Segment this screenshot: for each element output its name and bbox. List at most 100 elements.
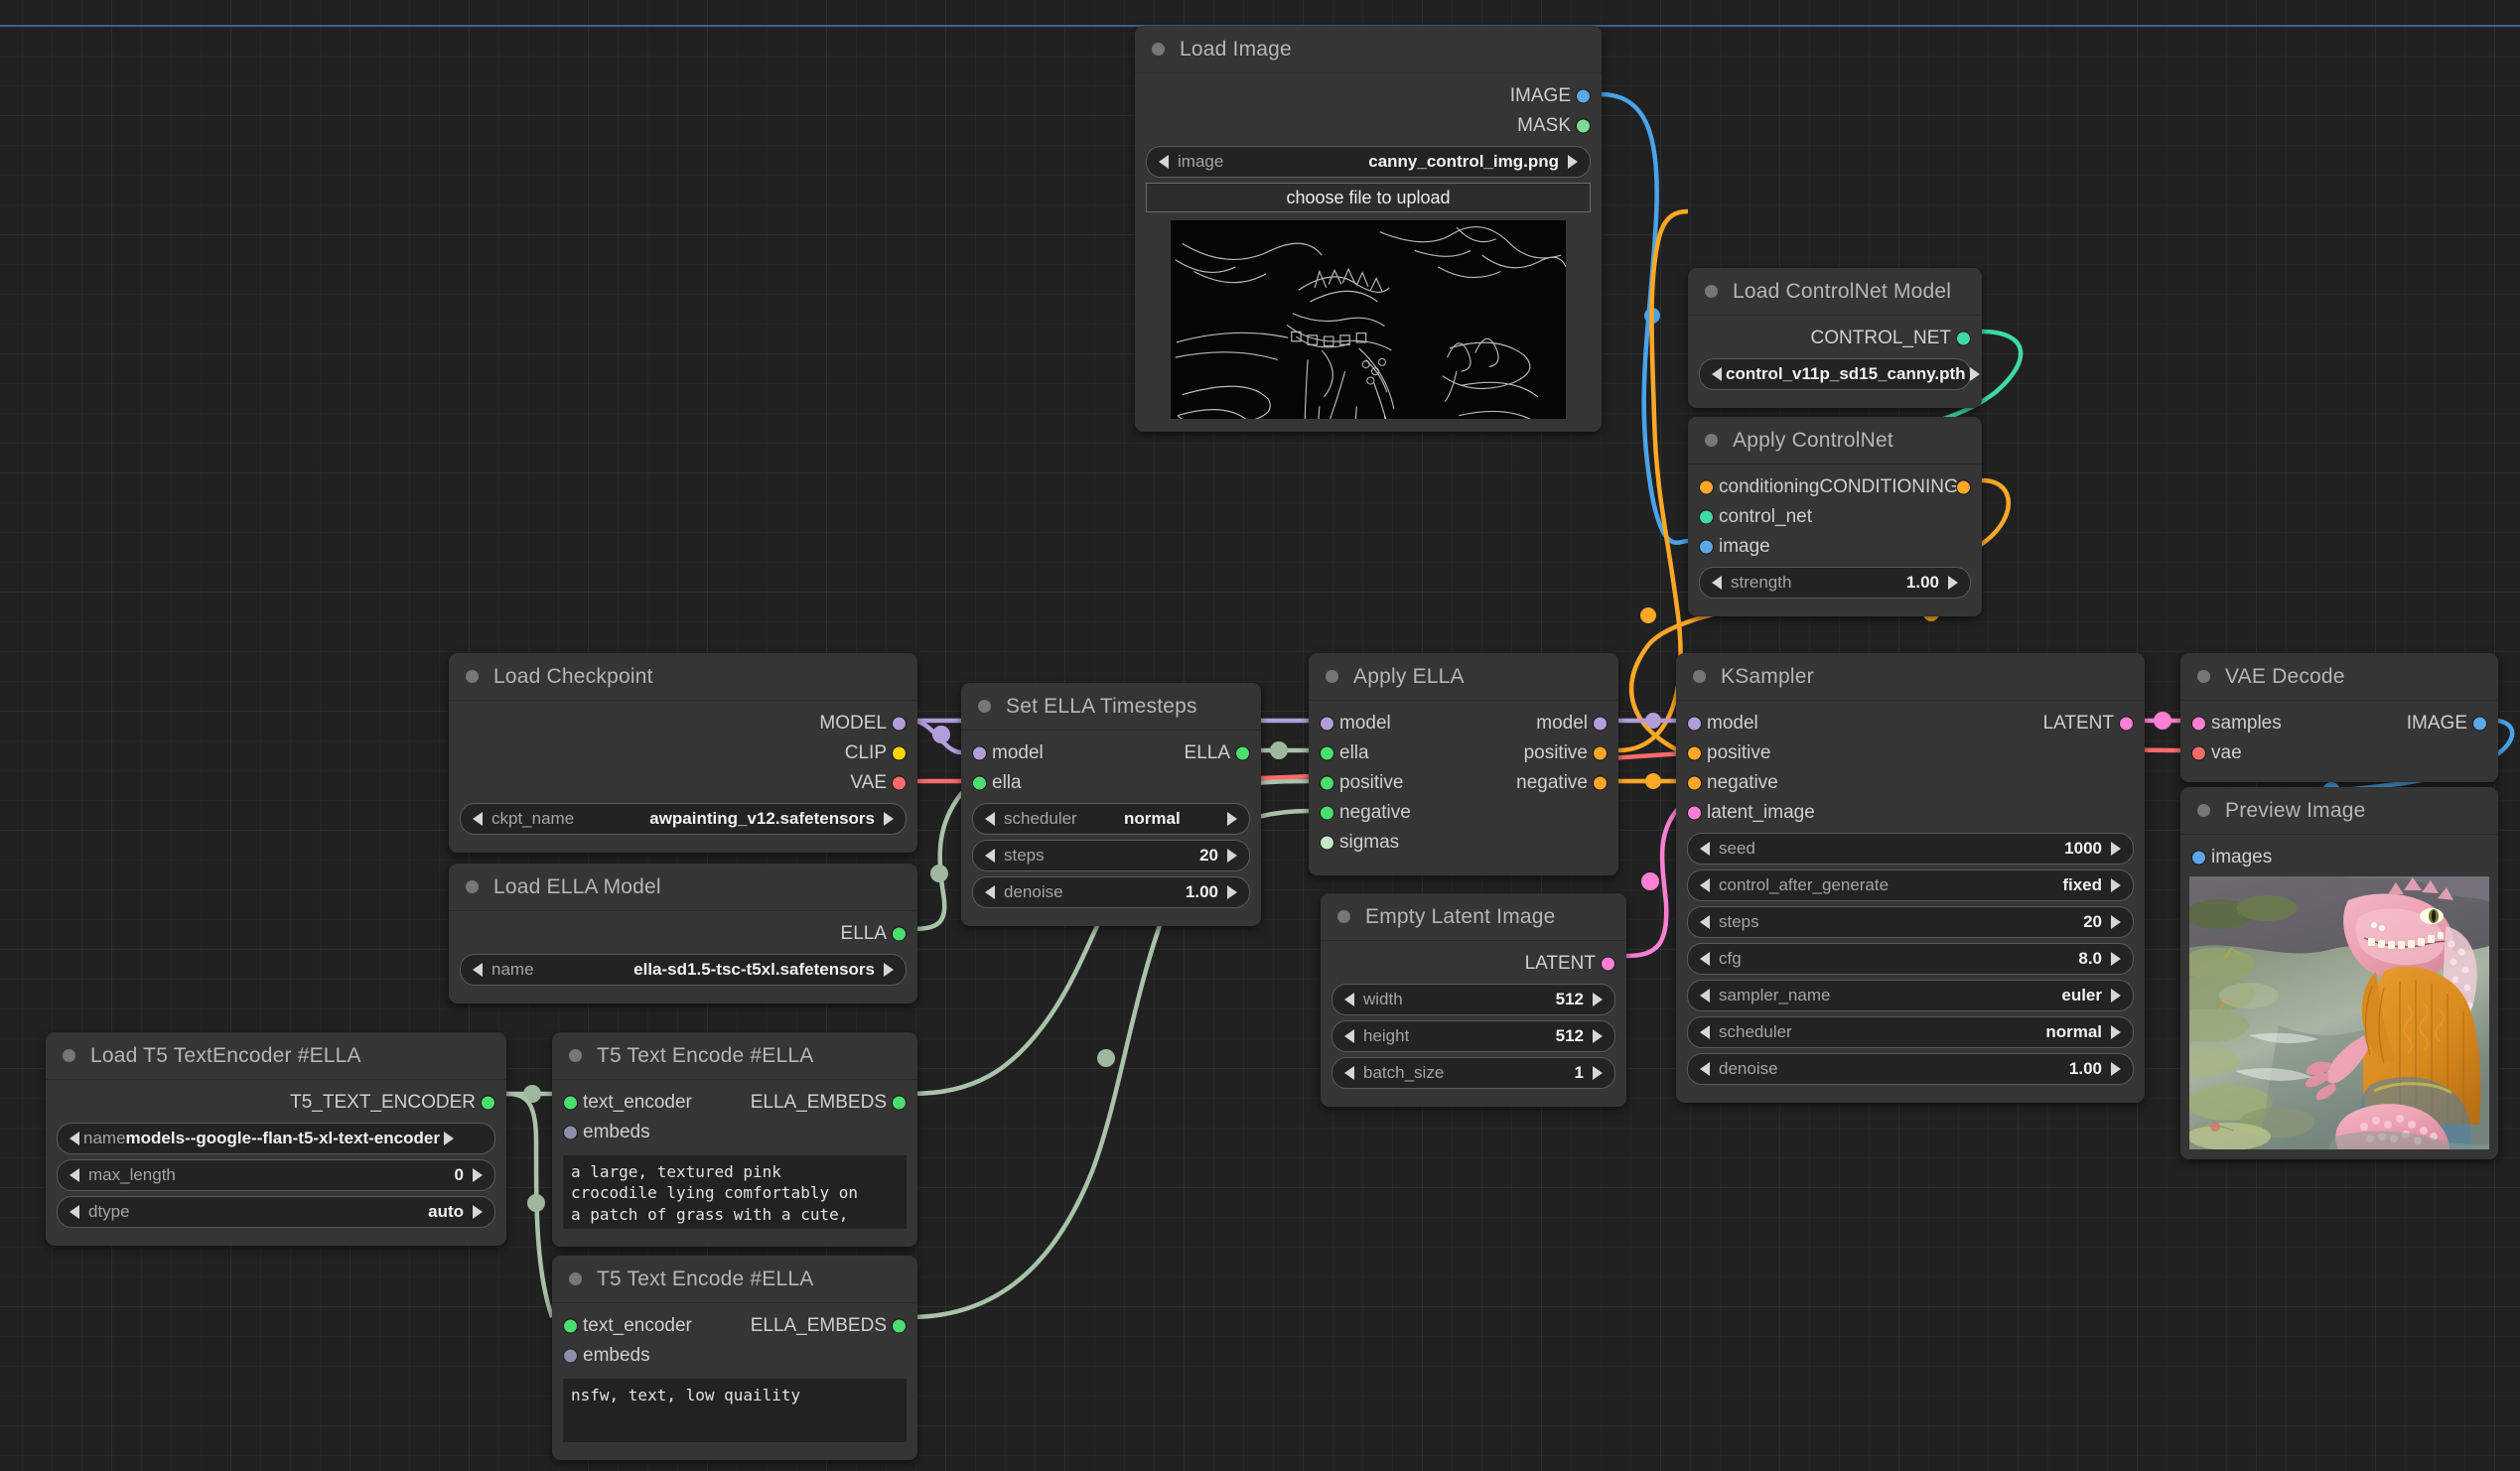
port-ella-embeds-out[interactable]: [892, 1096, 907, 1111]
increment-arrow-icon[interactable]: [2111, 915, 2121, 929]
node-title-bar[interactable]: Empty Latent Image: [1321, 893, 1626, 941]
port-image-in[interactable]: [1699, 540, 1714, 555]
port-vae-in[interactable]: [2191, 746, 2206, 761]
node-ksampler[interactable]: KSampler model LATENT positive negative …: [1676, 653, 2145, 1103]
decrement-arrow-icon[interactable]: [473, 812, 483, 826]
output-slot-latent[interactable]: LATENT: [1321, 949, 1626, 979]
increment-arrow-icon[interactable]: [2111, 989, 2121, 1003]
collapse-dot-icon[interactable]: [466, 880, 479, 893]
port-text-encoder-in[interactable]: [563, 1319, 578, 1334]
collapse-dot-icon[interactable]: [1693, 670, 1706, 683]
collapse-dot-icon[interactable]: [1326, 670, 1338, 683]
widget-dtype[interactable]: dtype auto: [57, 1196, 495, 1228]
widget-image[interactable]: image canny_control_img.png: [1146, 146, 1591, 178]
port-model-in[interactable]: [1320, 717, 1334, 732]
slot-row-conditioning[interactable]: conditioning CONDITIONING: [1688, 472, 1982, 502]
collapse-dot-icon[interactable]: [63, 1049, 75, 1062]
port-image-out[interactable]: [1576, 89, 1591, 104]
increment-arrow-icon[interactable]: [1593, 1029, 1603, 1043]
decrement-arrow-icon[interactable]: [985, 885, 995, 899]
output-slot-control-net[interactable]: CONTROL_NET: [1688, 324, 1982, 353]
widget-steps[interactable]: steps 20: [972, 840, 1250, 871]
widget-seed[interactable]: seed 1000: [1687, 833, 2134, 865]
node-load-ella-model[interactable]: Load ELLA Model ELLA name ella-sd1.5-tsc…: [449, 864, 917, 1003]
port-model-out[interactable]: [1593, 717, 1608, 732]
input-slot-negative[interactable]: negative: [1676, 768, 2145, 798]
output-slot-image[interactable]: IMAGE: [1135, 81, 1602, 111]
decrement-arrow-icon[interactable]: [70, 1168, 79, 1182]
node-load-controlnet-model[interactable]: Load ControlNet Model CONTROL_NET contro…: [1688, 268, 1982, 408]
increment-arrow-icon[interactable]: [473, 1205, 483, 1219]
increment-arrow-icon[interactable]: [473, 1168, 483, 1182]
collapse-dot-icon[interactable]: [1337, 910, 1350, 923]
port-images-in[interactable]: [2191, 851, 2206, 866]
increment-arrow-icon[interactable]: [1568, 155, 1578, 169]
decrement-arrow-icon[interactable]: [473, 963, 483, 977]
prompt-textarea-negative[interactable]: nsfw, text, low quaility: [563, 1379, 907, 1442]
increment-arrow-icon[interactable]: [1948, 576, 1958, 590]
comfyui-graph-canvas[interactable]: Load Image IMAGE MASK image canny_contro…: [0, 0, 2520, 1471]
port-ella-out[interactable]: [1235, 746, 1250, 761]
decrement-arrow-icon[interactable]: [70, 1132, 79, 1145]
input-slot-positive[interactable]: positive: [1676, 738, 2145, 768]
widget-cfg[interactable]: cfg 8.0: [1687, 943, 2134, 975]
decrement-arrow-icon[interactable]: [1344, 993, 1354, 1006]
port-t5-text-encoder-out[interactable]: [481, 1096, 495, 1111]
decrement-arrow-icon[interactable]: [1700, 915, 1710, 929]
port-negative-in[interactable]: [1320, 806, 1334, 821]
output-slot-ella[interactable]: ELLA: [449, 919, 917, 949]
increment-arrow-icon[interactable]: [884, 963, 894, 977]
port-positive-in[interactable]: [1687, 746, 1702, 761]
node-title-bar[interactable]: KSampler: [1676, 653, 2145, 701]
port-ella-embeds-out[interactable]: [892, 1319, 907, 1334]
port-image-out[interactable]: [2472, 717, 2487, 732]
widget-denoise[interactable]: denoise 1.00: [1687, 1053, 2134, 1085]
widget-batch-size[interactable]: batch_size 1: [1331, 1057, 1615, 1089]
widget-name[interactable]: name ella-sd1.5-tsc-t5xl.safetensors: [460, 954, 907, 986]
widget-denoise[interactable]: denoise 1.00: [972, 876, 1250, 908]
decrement-arrow-icon[interactable]: [70, 1205, 79, 1219]
node-vae-decode[interactable]: VAE Decode samples IMAGE vae: [2180, 653, 2498, 782]
widget-scheduler[interactable]: scheduler normal: [1687, 1016, 2134, 1048]
node-title-bar[interactable]: Preview Image: [2180, 787, 2498, 835]
input-slot-image[interactable]: image: [1688, 532, 1982, 562]
port-samples-in[interactable]: [2191, 717, 2206, 732]
port-latent-image-in[interactable]: [1687, 806, 1702, 821]
input-slot-images[interactable]: images: [2180, 843, 2498, 872]
widget-strength[interactable]: strength 1.00: [1699, 567, 1971, 599]
slot-row-text-encoder-embeds[interactable]: text_encoder ELLA_EMBEDS: [552, 1311, 917, 1341]
output-slot-mask[interactable]: MASK: [1135, 111, 1602, 141]
increment-arrow-icon[interactable]: [1227, 812, 1237, 826]
widget-scheduler[interactable]: scheduler normal: [972, 803, 1250, 835]
input-slot-vae[interactable]: vae: [2180, 738, 2498, 768]
port-negative-out[interactable]: [1593, 776, 1608, 791]
node-apply-controlnet[interactable]: Apply ControlNet conditioning CONDITIONI…: [1688, 417, 1982, 616]
node-t5-text-encode-negative[interactable]: T5 Text Encode #ELLA text_encoder ELLA_E…: [552, 1256, 917, 1460]
input-slot-embeds[interactable]: embeds: [552, 1118, 917, 1147]
widget-steps[interactable]: steps 20: [1687, 906, 2134, 938]
node-title-bar[interactable]: Load Image: [1135, 26, 1602, 73]
increment-arrow-icon[interactable]: [1593, 1066, 1603, 1080]
decrement-arrow-icon[interactable]: [1700, 1025, 1710, 1039]
decrement-arrow-icon[interactable]: [1712, 576, 1722, 590]
increment-arrow-icon[interactable]: [2111, 842, 2121, 856]
port-positive-out[interactable]: [1593, 746, 1608, 761]
node-title-bar[interactable]: Apply ELLA: [1309, 653, 1618, 701]
port-ella-in[interactable]: [1320, 746, 1334, 761]
increment-arrow-icon[interactable]: [2111, 1062, 2121, 1076]
widget-sampler-name[interactable]: sampler_name euler: [1687, 980, 2134, 1011]
node-empty-latent-image[interactable]: Empty Latent Image LATENT width 512 heig…: [1321, 893, 1626, 1107]
increment-arrow-icon[interactable]: [2111, 1025, 2121, 1039]
increment-arrow-icon[interactable]: [2111, 878, 2121, 892]
node-title-bar[interactable]: T5 Text Encode #ELLA: [552, 1256, 917, 1303]
collapse-dot-icon[interactable]: [2197, 670, 2210, 683]
output-slot-vae[interactable]: VAE: [449, 768, 917, 798]
collapse-dot-icon[interactable]: [569, 1272, 582, 1285]
increment-arrow-icon[interactable]: [2111, 952, 2121, 966]
node-title-bar[interactable]: Set ELLA Timesteps: [961, 683, 1261, 731]
input-slot-sigmas[interactable]: sigmas: [1309, 828, 1618, 858]
widget-name[interactable]: name models--google--flan-t5-xl-text-enc…: [57, 1123, 495, 1154]
port-embeds-in[interactable]: [563, 1349, 578, 1364]
node-load-t5-textencoder[interactable]: Load T5 TextEncoder #ELLA T5_TEXT_ENCODE…: [46, 1032, 506, 1246]
decrement-arrow-icon[interactable]: [1344, 1029, 1354, 1043]
